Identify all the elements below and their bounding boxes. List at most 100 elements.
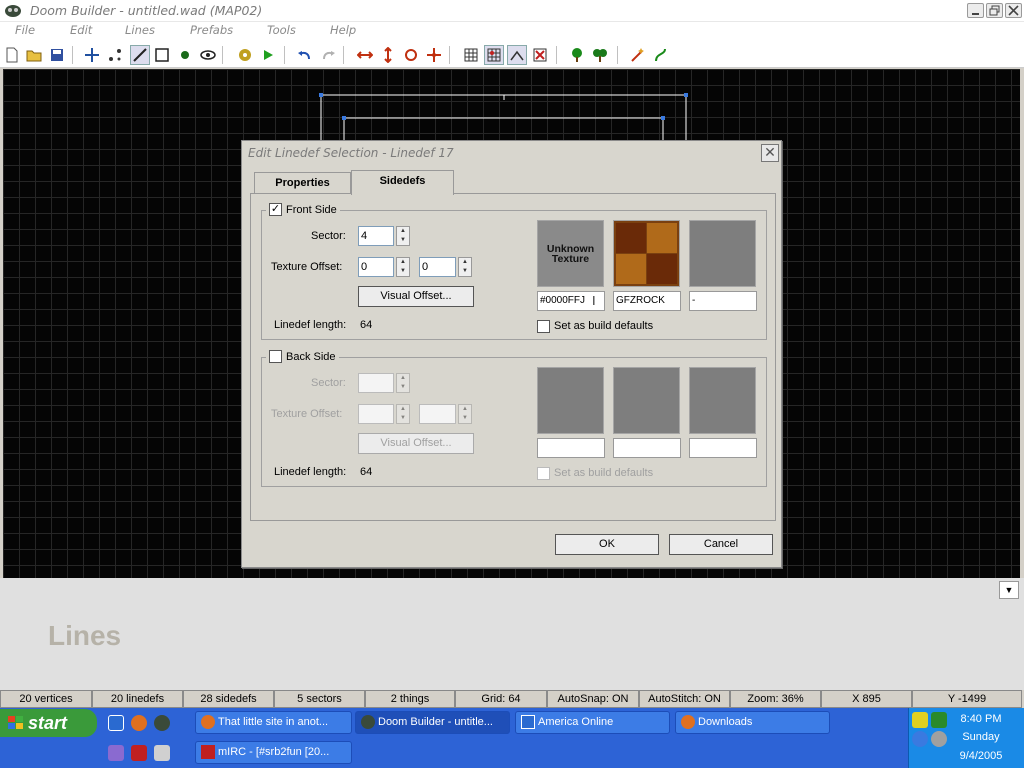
front-middle-texture[interactable] [613, 220, 680, 287]
volume-tray-icon[interactable] [931, 731, 947, 747]
dialog-close-button[interactable]: ✕ [761, 144, 779, 162]
delete-icon[interactable] [530, 45, 550, 65]
snap-grid-icon[interactable] [484, 45, 504, 65]
panel-expand-button[interactable]: ▼ [999, 581, 1019, 599]
vertices-mode-icon[interactable] [105, 45, 125, 65]
front-build-defaults-checkbox[interactable] [537, 320, 550, 333]
back-upper-texture[interactable] [537, 367, 604, 434]
spin-up-icon[interactable]: ▲ [397, 227, 409, 236]
front-visual-offset-button[interactable]: Visual Offset... [358, 286, 474, 307]
spin-down-icon[interactable]: ▼ [397, 414, 409, 423]
back-offset-y-spinner[interactable]: ▲ ▼ [458, 404, 472, 424]
task-downloads[interactable]: Downloads [675, 711, 830, 734]
sectors-mode-icon[interactable] [152, 45, 172, 65]
menu-help[interactable]: Help [330, 23, 356, 37]
front-offset-y-input[interactable]: 0 [419, 257, 456, 277]
front-middle-texture-input[interactable]: GFZROCK [613, 291, 681, 311]
mirc-quicklaunch-icon[interactable] [131, 745, 147, 761]
back-lower-texture-input[interactable] [689, 438, 757, 458]
front-offset-y-spinner[interactable]: ▲ ▼ [458, 257, 472, 277]
stitch-icon[interactable] [507, 45, 527, 65]
spin-up-icon[interactable]: ▲ [459, 405, 471, 414]
minimize-button[interactable] [967, 3, 984, 18]
back-upper-texture-input[interactable] [537, 438, 605, 458]
things-mode-icon[interactable] [175, 45, 195, 65]
back-side-label: Back Side [286, 350, 336, 363]
back-middle-texture[interactable] [613, 367, 680, 434]
back-sector-spinner[interactable]: ▲ ▼ [396, 373, 410, 393]
spin-down-icon[interactable]: ▼ [459, 267, 471, 276]
front-lower-texture[interactable] [689, 220, 756, 287]
hand-tray-icon[interactable] [912, 712, 928, 728]
front-offset-x-spinner[interactable]: ▲ ▼ [396, 257, 410, 277]
3d-mode-icon[interactable] [198, 45, 218, 65]
back-offset-x-spinner[interactable]: ▲ ▼ [396, 404, 410, 424]
spin-down-icon[interactable]: ▼ [397, 236, 409, 245]
front-sector-input[interactable]: 4 [358, 226, 394, 246]
spin-up-icon[interactable]: ▲ [397, 374, 409, 383]
spin-up-icon[interactable]: ▲ [397, 258, 409, 267]
back-sector-input[interactable] [358, 373, 394, 393]
grid-icon[interactable] [461, 45, 481, 65]
front-offset-x-input[interactable]: 0 [358, 257, 394, 277]
close-button[interactable] [1005, 3, 1022, 18]
back-offset-y-input[interactable] [419, 404, 456, 424]
menu-lines[interactable]: Lines [125, 23, 155, 37]
save-icon[interactable] [47, 45, 67, 65]
spin-up-icon[interactable]: ▲ [459, 258, 471, 267]
menu-edit[interactable]: Edit [70, 23, 92, 37]
spin-down-icon[interactable]: ▼ [397, 267, 409, 276]
back-side-checkbox[interactable] [269, 350, 282, 363]
back-offset-x-input[interactable] [358, 404, 394, 424]
restore-icon [989, 5, 1000, 16]
spin-down-icon[interactable]: ▼ [459, 414, 471, 423]
doom-builder-quicklaunch-icon[interactable] [154, 715, 170, 731]
tab-properties[interactable]: Properties [254, 172, 351, 194]
flip-vertical-icon[interactable] [378, 45, 398, 65]
test-play-icon[interactable] [258, 45, 278, 65]
task-firefox[interactable]: That little site in anot... [195, 711, 352, 734]
trees-icon[interactable] [590, 45, 610, 65]
resize-icon[interactable] [424, 45, 444, 65]
wand-icon[interactable] [628, 45, 648, 65]
restore-button[interactable] [986, 3, 1003, 18]
spin-down-icon[interactable]: ▼ [397, 383, 409, 392]
task-manager-quicklaunch-icon[interactable] [154, 745, 170, 761]
back-lower-texture[interactable] [689, 367, 756, 434]
network-tray-icon[interactable] [912, 731, 928, 747]
spin-up-icon[interactable]: ▲ [397, 405, 409, 414]
lines-mode-icon[interactable] [130, 45, 150, 65]
menu-file[interactable]: File [15, 23, 35, 37]
build-icon[interactable] [235, 45, 255, 65]
firefox-quicklaunch-icon[interactable] [131, 715, 147, 731]
task-aol[interactable]: America Online [515, 711, 670, 734]
front-sector-spinner[interactable]: ▲ ▼ [396, 226, 410, 246]
script-icon[interactable] [651, 45, 671, 65]
doom-builder-app-icon[interactable] [4, 4, 22, 18]
word-quicklaunch-icon[interactable] [108, 715, 124, 731]
menu-prefabs[interactable]: Prefabs [190, 23, 233, 37]
ok-button[interactable]: OK [555, 534, 659, 555]
undo-icon[interactable] [295, 45, 315, 65]
monitor-tray-icon[interactable] [931, 712, 947, 728]
tab-sidedefs[interactable]: Sidedefs [351, 170, 454, 195]
tree-icon[interactable] [567, 45, 587, 65]
menu-tools[interactable]: Tools [267, 23, 296, 37]
back-visual-offset-button[interactable]: Visual Offset... [358, 433, 474, 454]
move-icon[interactable] [82, 45, 102, 65]
front-lower-texture-input[interactable]: - [689, 291, 757, 311]
new-file-icon[interactable] [2, 45, 22, 65]
back-build-defaults-checkbox[interactable] [537, 467, 550, 480]
flip-horizontal-icon[interactable] [355, 45, 375, 65]
task-doom-builder[interactable]: Doom Builder - untitle... [355, 711, 510, 734]
clock-time[interactable]: 8:40 PM [946, 713, 1016, 725]
task-mirc[interactable]: mIRC - [#srb2fun [20... [195, 741, 352, 764]
back-middle-texture-input[interactable] [613, 438, 681, 458]
front-side-checkbox[interactable]: ✓ [269, 203, 282, 216]
front-upper-texture[interactable]: Unknown Texture [537, 220, 604, 287]
redo-icon[interactable] [318, 45, 338, 65]
open-folder-icon[interactable] [24, 45, 44, 65]
rotate-icon[interactable] [401, 45, 421, 65]
paint-quicklaunch-icon[interactable] [108, 745, 124, 761]
cancel-button[interactable]: Cancel [669, 534, 773, 555]
